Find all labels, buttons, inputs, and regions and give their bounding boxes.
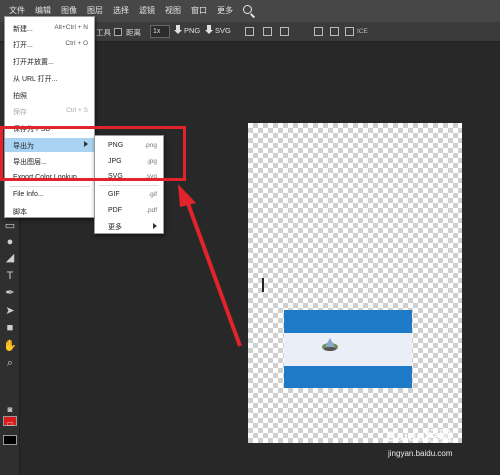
export-pdf-item[interactable]: PDF .pdf	[95, 203, 163, 218]
menu-item-open-place[interactable]: 打开并放置...	[5, 54, 94, 68]
shape-tool-icon[interactable]: ■	[3, 321, 17, 335]
background-color-swatch[interactable]	[3, 435, 17, 445]
menu-item-shortcut: Ctrl + O	[65, 40, 88, 47]
menu-item-label: 新建...	[13, 26, 33, 33]
flag-emblem-icon	[322, 338, 338, 351]
export-png-button[interactable]: PNG	[174, 25, 200, 35]
align-left-icon[interactable]	[245, 27, 254, 36]
menu-item-shortcut: Ctrl + S	[66, 107, 88, 114]
align-top-icon[interactable]	[314, 27, 323, 36]
hand-tool-icon[interactable]: ✋	[3, 339, 17, 353]
menu-item-take-photo[interactable]: 拍照	[5, 88, 94, 102]
tool-option-label: 工具	[96, 28, 111, 37]
baidu-watermark-url: jingyan.baidu.com	[388, 449, 453, 458]
menu-item-scripts[interactable]: 脚本	[5, 204, 94, 218]
format-label: PDF	[108, 207, 122, 214]
export-svg-button[interactable]: SVG	[205, 25, 231, 35]
menu-item-label: 从 URL 打开...	[13, 76, 58, 83]
export-png-label: PNG	[184, 25, 201, 35]
text-tool-icon[interactable]: T	[3, 269, 17, 283]
fill-tool-icon[interactable]: ●	[3, 235, 17, 249]
flag-top-stripe	[284, 310, 412, 333]
blur-tool-icon[interactable]: ◢	[3, 251, 17, 265]
download-icon	[205, 25, 213, 35]
menu-more[interactable]: 更多	[212, 0, 238, 22]
menu-item-label: 打开...	[13, 42, 33, 49]
menu-view[interactable]: 视图	[160, 0, 186, 22]
menu-window[interactable]: 窗口	[186, 0, 212, 22]
menu-item-label: 保存	[13, 109, 27, 116]
flag-bottom-stripe	[284, 366, 412, 388]
annotation-highlight-box	[0, 126, 186, 181]
align-right-icon[interactable]	[280, 27, 289, 36]
align-center-icon[interactable]	[263, 27, 272, 36]
format-label: 更多	[108, 224, 122, 231]
export-svg-label: SVG	[215, 25, 231, 35]
format-extension: .pdf	[146, 207, 157, 214]
path-select-tool-icon[interactable]: ➤	[3, 304, 17, 318]
menu-separator	[9, 186, 90, 187]
export-more-item[interactable]: 更多	[95, 218, 163, 233]
menu-item-label: File Info...	[13, 191, 44, 198]
menu-item-file-info[interactable]: File Info...	[5, 188, 94, 202]
menu-item-save[interactable]: 保存 Ctrl + S	[5, 104, 94, 118]
document-canvas[interactable]	[248, 123, 462, 443]
menu-item-new[interactable]: 新建... Alt+Ctrl + N	[5, 21, 94, 35]
menu-filter[interactable]: 滤镜	[134, 0, 160, 22]
zoom-select[interactable]: 1x	[150, 25, 170, 38]
baidu-watermark: Baidu经验	[386, 428, 453, 444]
menu-item-label: 脚本	[13, 209, 27, 216]
quick-mask-icon[interactable]: ◙	[3, 403, 17, 417]
search-icon[interactable]	[242, 4, 256, 18]
flag-middle-stripe	[284, 333, 412, 366]
align-middle-icon[interactable]	[330, 27, 339, 36]
distance-checkbox[interactable]	[114, 28, 122, 36]
zoom-tool-icon[interactable]: ⌕	[3, 356, 17, 370]
menu-item-shortcut: Alt+Ctrl + N	[54, 24, 88, 31]
align-bottom-icon[interactable]	[345, 27, 354, 36]
screen-mode-icon[interactable]: ▭	[3, 417, 17, 431]
file-menu-dropdown: 新建... Alt+Ctrl + N 打开... Ctrl + O 打开并放置.…	[4, 16, 95, 218]
menu-item-label: 打开并放置...	[13, 59, 54, 66]
menu-item-open-url[interactable]: 从 URL 打开...	[5, 71, 94, 85]
pen-tool-icon[interactable]: ✒	[3, 286, 17, 300]
format-label: GIF	[108, 191, 120, 198]
menu-item-label: 拍照	[13, 93, 27, 100]
submenu-arrow-icon	[153, 223, 157, 229]
gradient-tool-icon[interactable]: ▭	[3, 219, 17, 233]
flag-image-layer	[284, 310, 412, 388]
distance-label: 距离	[126, 28, 141, 37]
export-gif-item[interactable]: GIF .gif	[95, 187, 163, 202]
download-icon	[174, 25, 182, 35]
ice-label: ICE	[357, 28, 368, 35]
format-extension: .gif	[148, 191, 157, 198]
menu-select[interactable]: 选择	[108, 0, 134, 22]
menu-separator	[99, 185, 159, 186]
text-cursor	[262, 278, 264, 292]
menu-item-open[interactable]: 打开... Ctrl + O	[5, 37, 94, 51]
